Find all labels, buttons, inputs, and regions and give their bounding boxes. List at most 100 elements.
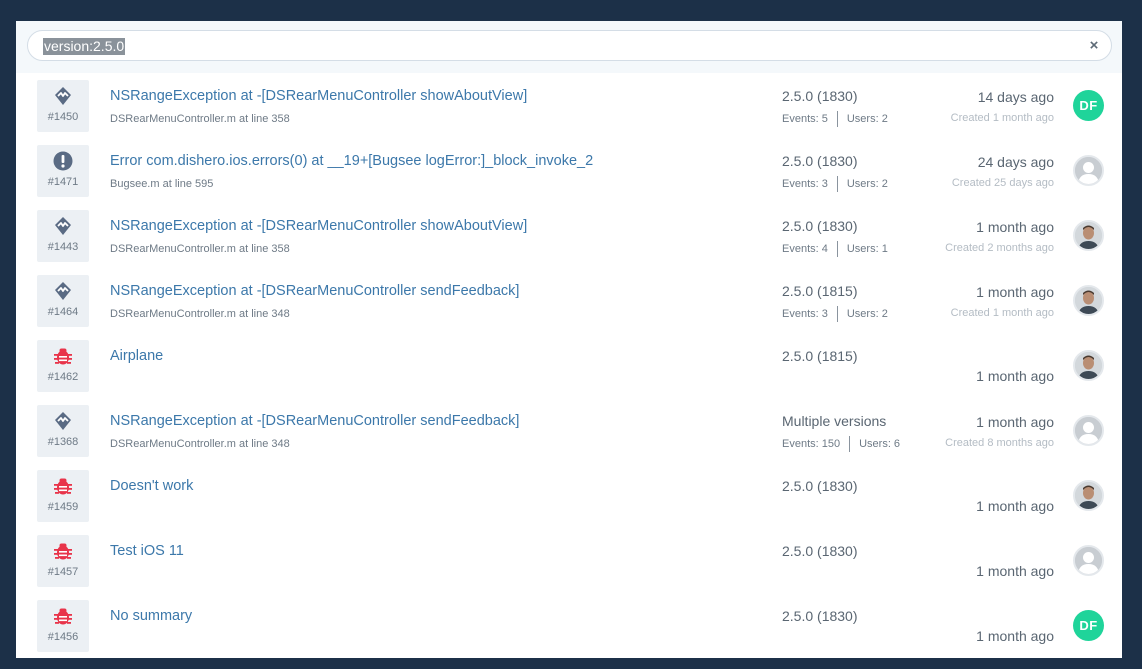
last-seen-time: 14 days ago [977, 89, 1054, 105]
issue-location: DSRearMenuController.m at line 358 [110, 113, 290, 125]
issue-row[interactable]: #1443 NSRangeException at -[DSRearMenuCon… [16, 203, 1122, 268]
assignee-avatar[interactable] [1073, 480, 1104, 511]
issue-version: 2.5.0 (1830) [782, 88, 858, 104]
issue-type-badge: #1464 [37, 275, 89, 327]
issue-version: 2.5.0 (1830) [782, 608, 858, 624]
issue-title-link[interactable]: Airplane [110, 348, 163, 364]
users-count: Users: 2 [846, 178, 888, 190]
issue-number: #1450 [47, 111, 79, 123]
created-time: Created 1 month ago [950, 112, 1054, 124]
issue-number: #1462 [47, 371, 79, 383]
assignee-avatar[interactable]: DF [1073, 610, 1104, 641]
last-seen-time: 1 month ago [976, 628, 1054, 644]
issue-number: #1457 [47, 566, 79, 578]
issue-row[interactable]: #1464 NSRangeException at -[DSRearMenuCon… [16, 268, 1122, 333]
stats-divider [836, 306, 838, 322]
assignee-avatar[interactable] [1073, 350, 1104, 381]
issue-stats: Events: 3 Users: 2 [782, 306, 888, 322]
search-query[interactable]: version:2.5.0 [43, 38, 126, 55]
issue-stats: Events: 3 Users: 2 [782, 176, 888, 192]
issue-type-badge: #1471 [37, 145, 89, 197]
issue-type-badge: #1443 [37, 210, 89, 262]
assignee-avatar[interactable] [1073, 220, 1104, 251]
last-seen-time: 1 month ago [976, 284, 1054, 300]
issue-type-badge: #1459 [37, 470, 89, 522]
issue-location: DSRearMenuController.m at line 348 [110, 438, 290, 450]
issue-title-link[interactable]: Error com.dishero.ios.errors(0) at __19+… [110, 153, 593, 169]
events-count: Events: 3 [782, 308, 828, 320]
issue-row[interactable]: #1450 NSRangeException at -[DSRearMenuCon… [16, 73, 1122, 138]
users-count: Users: 2 [846, 113, 888, 125]
issue-location: Bugsee.m at line 595 [110, 178, 214, 190]
events-count: Events: 3 [782, 178, 828, 190]
crash-icon [53, 86, 73, 106]
last-seen-time: 1 month ago [976, 414, 1054, 430]
issue-type-badge: #1456 [37, 600, 89, 652]
issue-version: Multiple versions [782, 413, 887, 429]
assignee-avatar[interactable] [1073, 155, 1104, 186]
issue-title-link[interactable]: NSRangeException at -[DSRearMenuControll… [110, 218, 527, 234]
issue-stats: Events: 5 Users: 2 [782, 111, 888, 127]
crash-icon [53, 411, 73, 431]
created-time: Created 1 month ago [950, 307, 1054, 319]
issue-stats: Events: 150 Users: 6 [782, 436, 900, 452]
stats-divider [836, 111, 838, 127]
issue-version: 2.5.0 (1830) [782, 218, 858, 234]
last-seen-time: 1 month ago [976, 368, 1054, 384]
last-seen-time: 24 days ago [977, 154, 1054, 170]
issue-number: #1459 [47, 501, 79, 513]
last-seen-time: 1 month ago [976, 498, 1054, 514]
events-count: Events: 150 [782, 438, 841, 450]
events-count: Events: 5 [782, 113, 828, 125]
assignee-avatar[interactable] [1073, 415, 1104, 446]
crash-icon [53, 281, 73, 301]
issue-number: #1471 [47, 176, 79, 188]
issue-row[interactable]: #1368 NSRangeException at -[DSRearMenuCon… [16, 398, 1122, 463]
search-input[interactable]: version:2.5.0 × [27, 30, 1112, 61]
stats-divider [836, 241, 838, 257]
close-icon[interactable]: × [1086, 37, 1102, 55]
issue-title-link[interactable]: NSRangeException at -[DSRearMenuControll… [110, 283, 519, 299]
issue-version: 2.5.0 (1830) [782, 543, 858, 559]
created-time: Created 25 days ago [951, 177, 1054, 189]
issue-title-link[interactable]: NSRangeException at -[DSRearMenuControll… [110, 88, 527, 104]
crash-icon [53, 216, 73, 236]
issue-title-link[interactable]: No summary [110, 608, 192, 624]
issue-number: #1368 [47, 436, 79, 448]
assignee-avatar[interactable] [1073, 285, 1104, 316]
users-count: Users: 2 [846, 308, 888, 320]
assignee-avatar[interactable] [1073, 545, 1104, 576]
bug-icon [53, 346, 73, 366]
stats-divider [836, 176, 838, 192]
assignee-avatar[interactable]: DF [1073, 90, 1104, 121]
users-count: Users: 6 [859, 438, 901, 450]
last-seen-time: 1 month ago [976, 563, 1054, 579]
exclamation-icon [53, 151, 73, 171]
issue-type-badge: #1450 [37, 80, 89, 132]
issue-type-badge: #1462 [37, 340, 89, 392]
issue-title-link[interactable]: NSRangeException at -[DSRearMenuControll… [110, 413, 519, 429]
users-count: Users: 1 [846, 243, 888, 255]
last-seen-time: 1 month ago [976, 219, 1054, 235]
issue-version: 2.5.0 (1830) [782, 478, 858, 494]
issue-stats: Events: 4 Users: 1 [782, 241, 888, 257]
events-count: Events: 4 [782, 243, 828, 255]
issue-row[interactable]: #1462 Airplane 2.5.0 (1815) 1 month ago [16, 333, 1122, 398]
issue-row[interactable]: #1456 No summary 2.5.0 (1830) 1 month ago DF [16, 593, 1122, 658]
issue-type-badge: #1368 [37, 405, 89, 457]
issue-row[interactable]: #1457 Test iOS 11 2.5.0 (1830) 1 month ago [16, 528, 1122, 593]
issue-title-link[interactable]: Test iOS 11 [110, 543, 184, 559]
bug-icon [53, 541, 73, 561]
search-bar: version:2.5.0 × [16, 21, 1122, 73]
created-time: Created 8 months ago [945, 437, 1054, 449]
bug-icon [53, 606, 73, 626]
issue-number: #1443 [47, 241, 79, 253]
issue-number: #1464 [47, 306, 79, 318]
issue-title-link[interactable]: Doesn't work [110, 478, 193, 494]
issue-type-badge: #1457 [37, 535, 89, 587]
issue-row[interactable]: #1459 Doesn't work 2.5.0 (1830) 1 month ago [16, 463, 1122, 528]
created-time: Created 2 months ago [945, 242, 1054, 254]
issue-location: DSRearMenuController.m at line 358 [110, 243, 290, 255]
issue-row[interactable]: #1471 Error com.dishero.ios.errors(0) at … [16, 138, 1122, 203]
issue-location: DSRearMenuController.m at line 348 [110, 308, 290, 320]
